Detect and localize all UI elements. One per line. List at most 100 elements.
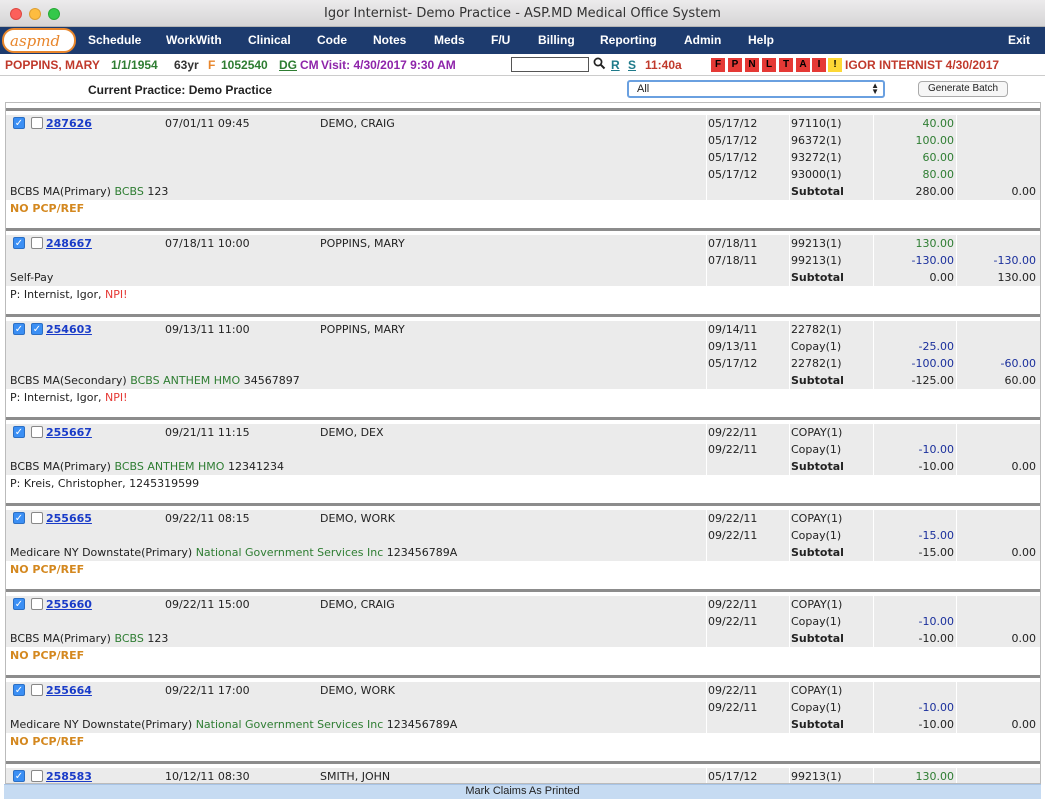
visit-info[interactable]: Visit: 4/30/2017 9:30 AM (321, 58, 456, 72)
claim-datetime: 09/22/11 17:00 (165, 684, 250, 697)
claim-select-checkbox[interactable]: ✓ (13, 117, 25, 129)
nav-fu[interactable]: F/U (491, 33, 510, 47)
column-divider (789, 132, 790, 149)
r-link[interactable]: R (611, 58, 620, 72)
claims-list[interactable]: ✓ 287626 07/01/11 09:45 DEMO, CRAIG 05/17/12… (5, 102, 1041, 784)
claim-id-link[interactable]: 258583 (46, 770, 92, 783)
claim-id-link[interactable]: 255667 (46, 426, 92, 439)
claim-datetime: 09/22/11 15:00 (165, 598, 250, 611)
column-divider (789, 630, 790, 647)
claim-id-link[interactable]: 255660 (46, 598, 92, 611)
batch-filter-select[interactable]: All ▲ ▼ (627, 80, 885, 98)
flag-f[interactable]: F (711, 58, 725, 72)
s-link[interactable]: S (628, 58, 636, 72)
claim-printed-checkbox[interactable] (31, 426, 43, 438)
claim-block: ✓ 255667 09/21/11 11:15 DEMO, DEX 09/22/11 CO… (6, 417, 1040, 492)
column-divider (956, 321, 957, 338)
mark-claims-printed-button[interactable]: Mark Claims As Printed (4, 784, 1041, 799)
insurance-plan: BCBS ANTHEM HMO (114, 460, 225, 473)
current-time: 11:40a (645, 58, 682, 72)
claim-id-link[interactable]: 287626 (46, 117, 92, 130)
patient-search-input[interactable] (511, 57, 589, 72)
claim-id-link[interactable]: 255665 (46, 512, 92, 525)
nav-notes[interactable]: Notes (373, 33, 406, 47)
flag-t[interactable]: T (779, 58, 793, 72)
claim-id-link[interactable]: 255664 (46, 684, 92, 697)
flag-l[interactable]: L (762, 58, 776, 72)
nav-exit[interactable]: Exit (1008, 33, 1030, 47)
claim-select-checkbox[interactable]: ✓ (13, 323, 25, 335)
claim-line-row: 05/17/12 93000(1) 80.00 (6, 166, 1040, 183)
claim-printed-checkbox[interactable] (31, 512, 43, 524)
claim-printed-checkbox[interactable] (31, 237, 43, 249)
patient-name[interactable]: POPPINS, MARY (5, 58, 100, 72)
nav-reporting[interactable]: Reporting (600, 33, 657, 47)
column-divider (789, 183, 790, 200)
column-divider (956, 200, 957, 217)
claim-datetime: 09/13/11 11:00 (165, 323, 250, 336)
column-divider (873, 235, 874, 252)
nav-meds[interactable]: Meds (434, 33, 465, 47)
column-divider (873, 389, 874, 406)
line-code: 93272(1) (791, 151, 842, 164)
column-divider (789, 441, 790, 458)
column-divider (956, 699, 957, 716)
balance-value: 0.00 (1011, 632, 1037, 645)
claim-printed-checkbox[interactable] (31, 684, 43, 696)
search-icon[interactable] (593, 57, 606, 70)
insurance-plan: National Government Services Inc (195, 718, 384, 731)
column-divider (706, 235, 707, 252)
claim-select-checkbox[interactable]: ✓ (13, 684, 25, 696)
claim-line-row: 05/17/12 93272(1) 60.00 (6, 149, 1040, 166)
alert-flag-icon[interactable]: ! (828, 58, 842, 72)
flag-i[interactable]: I (812, 58, 826, 72)
claim-printed-checkbox[interactable] (31, 598, 43, 610)
column-divider (956, 166, 957, 183)
nav-clinical[interactable]: Clinical (248, 33, 291, 47)
claim-select-checkbox[interactable]: ✓ (13, 598, 25, 610)
provider-name: P: Internist, Igor, (10, 391, 102, 404)
no-pcp-ref-warning: NO PCP/REF (10, 649, 85, 662)
line-code: Copay(1) (791, 529, 842, 542)
flag-p[interactable]: P (728, 58, 742, 72)
insurance-info: Self-Pay (10, 271, 53, 284)
claim-id-link[interactable]: 248667 (46, 237, 92, 250)
claim-datetime: 07/01/11 09:45 (165, 117, 250, 130)
column-divider (706, 132, 707, 149)
claim-printed-checkbox[interactable] (31, 770, 43, 782)
insurance-info: BCBS MA(Secondary) BCBS ANTHEM HMO 34567… (10, 374, 300, 387)
column-divider (789, 768, 790, 783)
nav-admin[interactable]: Admin (684, 33, 721, 47)
dg-link[interactable]: DG (279, 58, 297, 72)
nav-workwith[interactable]: WorkWith (166, 33, 222, 47)
claim-printed-checkbox[interactable] (31, 117, 43, 129)
cm-link[interactable]: CM (300, 58, 319, 72)
aspmd-logo[interactable]: aspmd (2, 28, 76, 53)
claim-select-checkbox[interactable]: ✓ (13, 512, 25, 524)
nav-billing[interactable]: Billing (538, 33, 575, 47)
generate-batch-button[interactable]: Generate Batch (918, 81, 1008, 97)
line-charge: -10.00 (918, 443, 954, 456)
flag-n[interactable]: N (745, 58, 759, 72)
claim-line-row: 05/17/12 22782(1) -100.00 -60.00 (6, 355, 1040, 372)
nav-schedule[interactable]: Schedule (88, 33, 141, 47)
nav-help[interactable]: Help (748, 33, 774, 47)
claim-id-link[interactable]: 254603 (46, 323, 92, 336)
claim-insurance-row: BCBS MA(Primary) BCBS ANTHEM HMO 1234123… (6, 458, 1040, 475)
column-divider (873, 338, 874, 355)
patient-sex: F (208, 58, 216, 72)
subtotal-label: Subtotal (791, 718, 844, 731)
insurance-info: BCBS MA(Primary) BCBS 123 (10, 632, 168, 645)
claim-select-checkbox[interactable]: ✓ (13, 426, 25, 438)
patient-bar: POPPINS, MARY 1/1/1954 63yr F 1052540 DG… (0, 54, 1045, 76)
line-charge: 80.00 (922, 168, 955, 181)
nav-code[interactable]: Code (317, 33, 347, 47)
column-divider (873, 613, 874, 630)
claim-select-checkbox[interactable]: ✓ (13, 770, 25, 782)
claim-printed-checkbox[interactable]: ✓ (31, 323, 43, 335)
column-divider (873, 252, 874, 269)
claim-select-checkbox[interactable]: ✓ (13, 237, 25, 249)
flag-a[interactable]: A (796, 58, 810, 72)
provider-name: P: Kreis, Christopher, 1245319599 (10, 477, 200, 490)
subtotal-label: Subtotal (791, 546, 844, 559)
